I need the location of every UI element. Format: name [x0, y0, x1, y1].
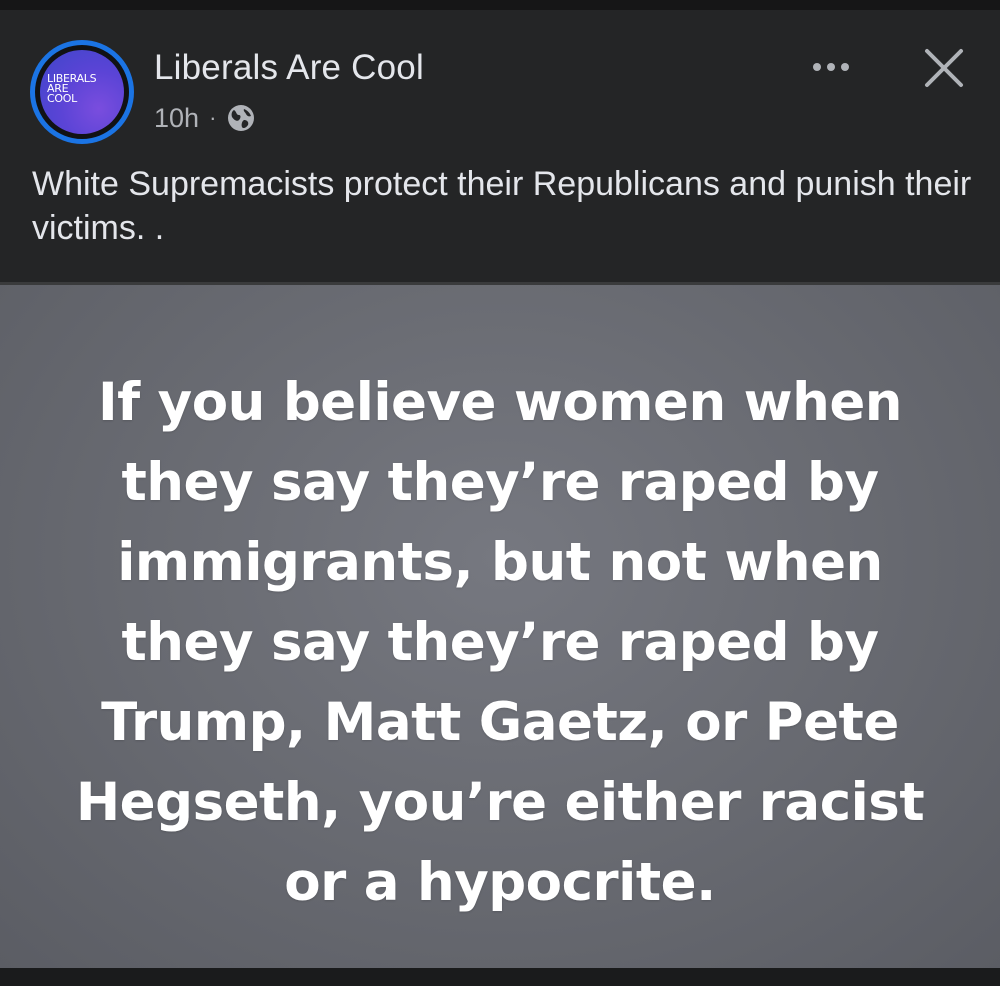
page-name-link[interactable]: Liberals Are Cool — [154, 48, 424, 88]
page-avatar[interactable]: LIBERALS ARE COOL — [30, 40, 134, 144]
more-dot — [841, 63, 849, 71]
bottom-divider — [0, 968, 1000, 986]
avatar-logo-text: LIBERALS ARE COOL — [47, 72, 97, 105]
post-image[interactable]: If you believe women when they say they’… — [0, 282, 1000, 968]
globe-icon[interactable] — [226, 103, 256, 133]
more-dot — [827, 63, 835, 71]
top-divider — [0, 0, 1000, 10]
post-timestamp[interactable]: 10h — [154, 103, 199, 134]
post-caption: White Supremacists protect their Republi… — [32, 165, 972, 247]
more-options-icon[interactable] — [806, 52, 856, 82]
post-meta: 10h · — [154, 100, 256, 136]
avatar-image: LIBERALS ARE COOL — [40, 50, 124, 134]
image-quote-text: If you believe women when they say they’… — [75, 372, 925, 913]
feed-post: LIBERALS ARE COOL Liberals Are Cool 10h … — [0, 0, 1000, 986]
close-icon[interactable] — [916, 40, 972, 96]
more-dot — [813, 63, 821, 71]
meta-separator: · — [209, 105, 217, 130]
